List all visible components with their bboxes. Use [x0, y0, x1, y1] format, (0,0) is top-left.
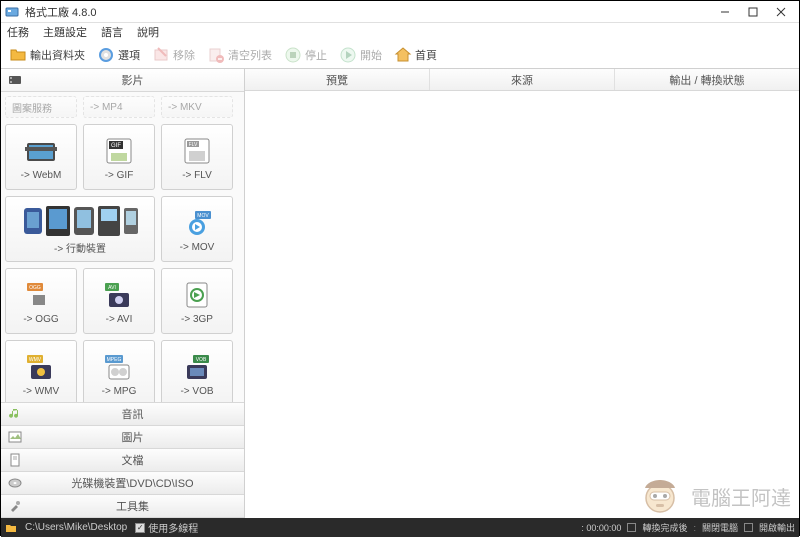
- vob-icon: VOB: [179, 350, 215, 384]
- folder-icon: [9, 46, 27, 64]
- svg-text:OGG: OGG: [29, 285, 41, 291]
- format-ogg[interactable]: OGG-> OGG: [5, 268, 77, 334]
- category-tools[interactable]: 工具集: [1, 495, 244, 518]
- maximize-button[interactable]: [739, 3, 767, 21]
- mobile-icon: [20, 204, 140, 238]
- stop-icon: [284, 46, 302, 64]
- svg-text:VOB: VOB: [196, 357, 207, 363]
- remove-icon: [152, 46, 170, 64]
- col-preview[interactable]: 預覽: [245, 69, 430, 90]
- category-video[interactable]: 影片: [1, 69, 244, 92]
- checkbox-unchecked-icon[interactable]: [627, 523, 636, 532]
- tools-icon: [7, 498, 23, 514]
- svg-text:FLV: FLV: [189, 142, 198, 148]
- avi-icon: AVI: [101, 278, 137, 312]
- category-document[interactable]: 文檔: [1, 449, 244, 472]
- app-title: 格式工廠 4.8.0: [25, 4, 711, 20]
- format-mobile[interactable]: -> 行動裝置: [5, 196, 155, 262]
- menubar: 任務 主題設定 語言 說明: [1, 23, 799, 41]
- close-button[interactable]: [767, 3, 795, 21]
- svg-text:MOV: MOV: [197, 213, 209, 219]
- column-headers: 預覽 來源 輸出 / 轉換狀態: [245, 69, 799, 91]
- output-path[interactable]: C:\Users\Mike\Desktop: [25, 522, 127, 533]
- file-list[interactable]: 電腦王阿達: [245, 91, 799, 518]
- gif-icon: GIF: [101, 134, 137, 168]
- format-avi[interactable]: AVI-> AVI: [83, 268, 155, 334]
- format-mpg[interactable]: MPEG-> MPG: [83, 340, 155, 402]
- svg-text:GIF: GIF: [111, 143, 121, 149]
- home-icon: [394, 46, 412, 64]
- statusbar: C:\Users\Mike\Desktop ✓ 使用多線程 : 00:00:00…: [1, 518, 799, 537]
- play-icon: [339, 46, 357, 64]
- output-folder-button[interactable]: 輸出資料夾: [5, 44, 89, 66]
- svg-text:MPEG: MPEG: [107, 357, 122, 363]
- clear-list-button: 清空列表: [203, 44, 276, 66]
- format-card[interactable]: -> MP4: [83, 96, 155, 118]
- mov-icon: MOV: [179, 206, 215, 240]
- format-wmv[interactable]: WMV-> WMV: [5, 340, 77, 402]
- flv-icon: FLV: [179, 134, 215, 168]
- options-button[interactable]: 選項: [93, 44, 144, 66]
- col-source[interactable]: 來源: [430, 69, 615, 90]
- mpg-icon: MPEG: [101, 350, 137, 384]
- home-button[interactable]: 首頁: [390, 44, 441, 66]
- format-card[interactable]: -> MKV: [161, 96, 233, 118]
- checkbox-unchecked-icon[interactable]: [744, 523, 753, 532]
- category-audio[interactable]: 音訊: [1, 403, 244, 426]
- format-card[interactable]: 圖案服務: [5, 96, 77, 118]
- format-flv[interactable]: FLV-> FLV: [161, 124, 233, 190]
- watermark: 電腦王阿達: [635, 476, 791, 516]
- folder-small-icon[interactable]: [5, 522, 17, 534]
- sidebar: 影片 圖案服務 -> MP4 -> MKV -> WebM GIF-> GIF …: [1, 69, 245, 518]
- menu-theme[interactable]: 主題設定: [43, 24, 87, 40]
- format-webm[interactable]: -> WebM: [5, 124, 77, 190]
- menu-help[interactable]: 說明: [137, 24, 159, 40]
- checkbox-checked-icon: ✓: [135, 523, 145, 533]
- category-list: 音訊 圖片 文檔 光碟機裝置\DVD\CD\ISO 工具集: [1, 402, 244, 518]
- stop-button: 停止: [280, 44, 331, 66]
- format-vob[interactable]: VOB-> VOB: [161, 340, 233, 402]
- start-button: 開始: [335, 44, 386, 66]
- svg-text:WMV: WMV: [29, 357, 42, 363]
- video-icon: [7, 72, 23, 88]
- titlebar: 格式工廠 4.8.0: [1, 1, 799, 23]
- wmv-icon: WMV: [23, 350, 59, 384]
- minimize-button[interactable]: [711, 3, 739, 21]
- menu-language[interactable]: 語言: [101, 24, 123, 40]
- elapsed-time: : 00:00:00: [581, 523, 621, 533]
- webm-icon: [23, 134, 59, 168]
- format-grid: 圖案服務 -> MP4 -> MKV -> WebM GIF-> GIF FLV…: [1, 92, 244, 402]
- content-area: 預覽 來源 輸出 / 轉換狀態 電腦王阿達: [245, 69, 799, 518]
- format-3gp[interactable]: -> 3GP: [161, 268, 233, 334]
- category-picture[interactable]: 圖片: [1, 426, 244, 449]
- music-icon: [7, 406, 23, 422]
- clear-icon: [207, 46, 225, 64]
- document-icon: [7, 452, 23, 468]
- multicore-checkbox[interactable]: ✓ 使用多線程: [135, 520, 198, 535]
- image-icon: [7, 429, 23, 445]
- app-icon: [5, 5, 19, 19]
- ogg-icon: OGG: [23, 278, 59, 312]
- svg-text:AVI: AVI: [108, 285, 116, 291]
- window-controls: [711, 3, 795, 21]
- category-disc[interactable]: 光碟機裝置\DVD\CD\ISO: [1, 472, 244, 495]
- disc-icon: [7, 475, 23, 491]
- remove-button: 移除: [148, 44, 199, 66]
- format-gif[interactable]: GIF-> GIF: [83, 124, 155, 190]
- gear-icon: [97, 46, 115, 64]
- toolbar: 輸出資料夾 選項 移除 清空列表 停止 開始 首頁: [1, 41, 799, 69]
- format-mov[interactable]: MOV-> MOV: [161, 196, 233, 262]
- menu-tasks[interactable]: 任務: [7, 24, 29, 40]
- col-output-status[interactable]: 輸出 / 轉換狀態: [615, 69, 799, 90]
- 3gp-icon: [179, 278, 215, 312]
